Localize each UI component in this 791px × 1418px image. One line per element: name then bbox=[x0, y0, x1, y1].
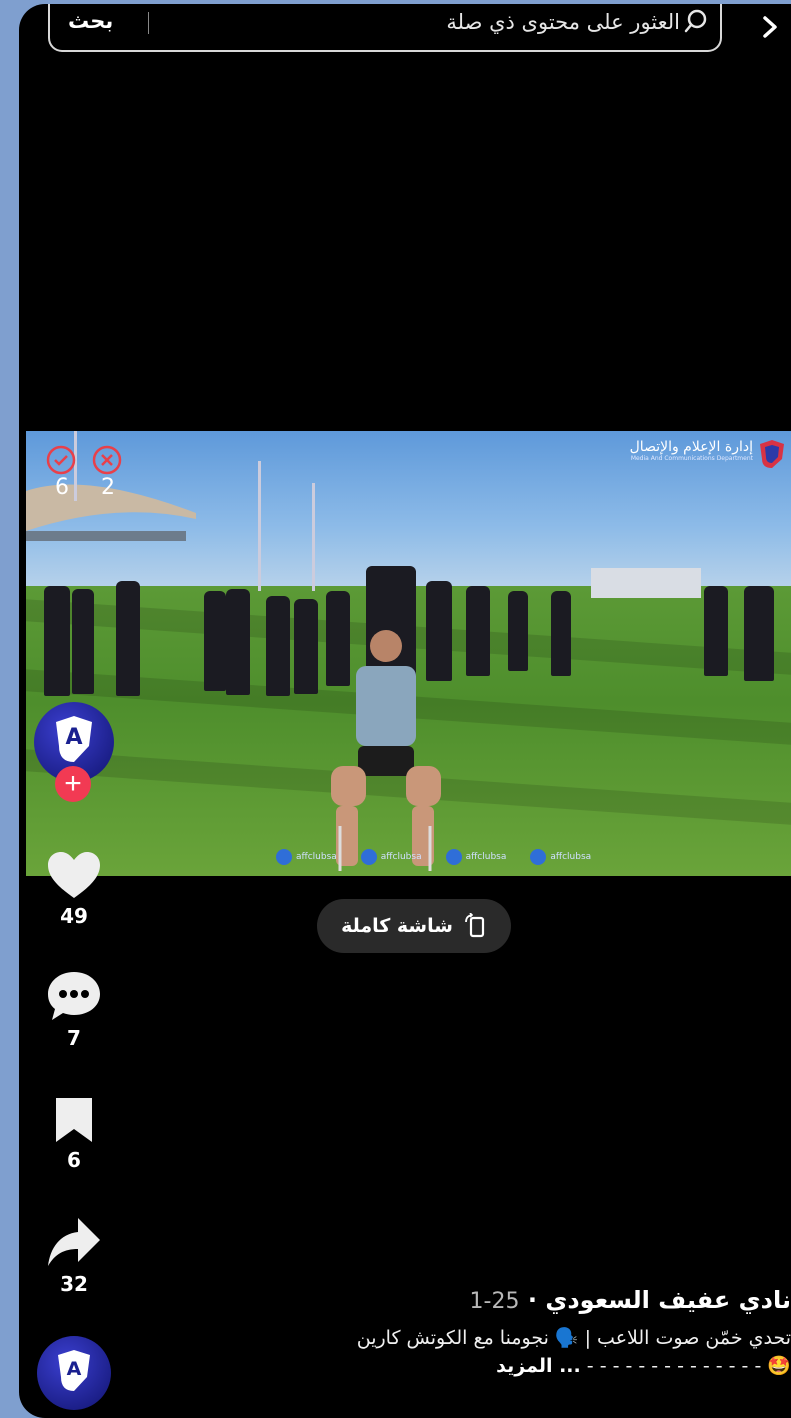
player bbox=[72, 589, 94, 694]
bookmark-icon bbox=[56, 1098, 92, 1142]
share-count: 32 bbox=[60, 1272, 88, 1296]
background-building bbox=[591, 568, 701, 598]
media-subtitle: Media And Communications Department bbox=[630, 455, 753, 462]
search-button[interactable]: بحث bbox=[68, 4, 113, 38]
social-strip: affclubsa affclubsa affclubsa affclubsa bbox=[276, 849, 591, 865]
tiktok-handle: affclubsa bbox=[445, 849, 506, 865]
player bbox=[466, 586, 490, 676]
like-count: 49 bbox=[60, 904, 88, 928]
x-icon bbox=[360, 849, 377, 865]
poll-cross-count: 2 bbox=[101, 475, 115, 500]
follow-button[interactable]: + bbox=[55, 766, 91, 802]
caption-line-1: تحدي خمّن صوت اللاعب | 🗣️ نجومنا مع الكو… bbox=[356, 1327, 791, 1349]
player bbox=[44, 586, 70, 696]
svg-text:A: A bbox=[65, 725, 82, 750]
comment-button[interactable]: 7 bbox=[44, 970, 104, 1050]
share-icon bbox=[48, 1218, 100, 1266]
comment-count: 7 bbox=[67, 1026, 81, 1050]
fullscreen-label: شاشة كاملة bbox=[341, 915, 453, 937]
author-line: نادي عفيف السعودي · 25-1 bbox=[231, 1286, 791, 1314]
share-button[interactable]: 32 bbox=[44, 1216, 104, 1296]
media-title: إدارة الإعلام والإتصال bbox=[629, 439, 753, 455]
video-player[interactable]: إدارة الإعلام والإتصال Media And Communi… bbox=[26, 431, 791, 876]
cross-circle-icon[interactable] bbox=[92, 445, 122, 475]
club-crest-icon: A bbox=[58, 1350, 90, 1391]
snapchat-icon bbox=[530, 849, 547, 865]
floodlight-pole bbox=[312, 483, 315, 591]
club-shield-icon bbox=[760, 440, 784, 468]
player bbox=[204, 591, 226, 691]
snapchat-handle: affclubsa bbox=[530, 849, 591, 865]
tiktok-icon bbox=[445, 849, 462, 865]
save-button[interactable]: 6 bbox=[44, 1096, 104, 1172]
check-circle-icon[interactable] bbox=[46, 445, 76, 475]
player bbox=[704, 586, 728, 676]
player bbox=[226, 589, 250, 695]
floodlight-pole bbox=[258, 461, 261, 591]
x-handle: affclubsa bbox=[360, 849, 422, 865]
search-input[interactable] bbox=[260, 4, 680, 40]
fullscreen-button[interactable]: شاشة كاملة bbox=[317, 899, 511, 953]
seated-coach bbox=[331, 630, 441, 871]
chevron-right-icon[interactable] bbox=[759, 10, 783, 42]
more-button[interactable]: ... المزيد bbox=[496, 1355, 581, 1377]
save-count: 6 bbox=[67, 1148, 81, 1172]
music-disc[interactable]: A bbox=[37, 1336, 111, 1410]
player bbox=[744, 586, 774, 681]
instagram-icon bbox=[276, 849, 292, 865]
search-bar: بحث bbox=[48, 4, 722, 52]
player bbox=[294, 599, 318, 694]
player bbox=[116, 581, 140, 696]
date-separator: · bbox=[519, 1286, 546, 1314]
player bbox=[508, 591, 528, 671]
instagram-handle: affclubsa bbox=[276, 849, 337, 865]
player bbox=[551, 591, 571, 676]
player bbox=[266, 596, 290, 696]
search-divider bbox=[148, 12, 149, 34]
like-button[interactable]: 49 bbox=[44, 850, 104, 928]
caption-text[interactable]: تحدي خمّن صوت اللاعب | 🗣️ نجومنا مع الكو… bbox=[231, 1324, 791, 1380]
video-feed-screen: بحث bbox=[19, 4, 791, 1418]
comment-icon bbox=[48, 972, 100, 1020]
poll-check-count: 6 bbox=[55, 475, 69, 500]
rotate-screen-icon bbox=[465, 913, 485, 938]
caption-line-2: 🤩 - - - - - - - - - - - - - - ... المزيد bbox=[496, 1355, 791, 1377]
heart-icon bbox=[48, 852, 100, 898]
search-icon[interactable] bbox=[684, 8, 712, 36]
author-name[interactable]: نادي عفيف السعودي bbox=[545, 1286, 791, 1314]
svg-text:A: A bbox=[67, 1358, 82, 1380]
post-date: 25-1 bbox=[469, 1289, 520, 1314]
video-caption: نادي عفيف السعودي · 25-1 تحدي خمّن صوت ا… bbox=[231, 1286, 791, 1380]
media-department-logo: إدارة الإعلام والإتصال Media And Communi… bbox=[630, 439, 785, 469]
